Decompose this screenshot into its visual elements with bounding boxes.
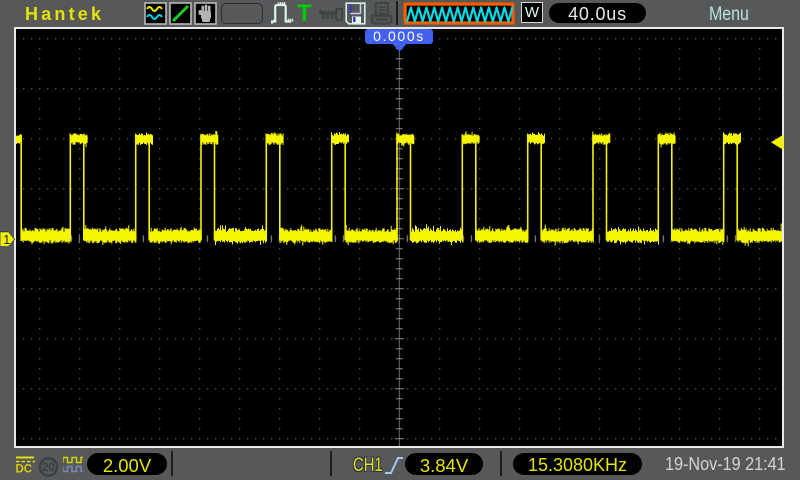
svg-text:20: 20 xyxy=(42,462,55,474)
svg-text:DC: DC xyxy=(16,464,33,476)
svg-text:1: 1 xyxy=(3,233,10,247)
